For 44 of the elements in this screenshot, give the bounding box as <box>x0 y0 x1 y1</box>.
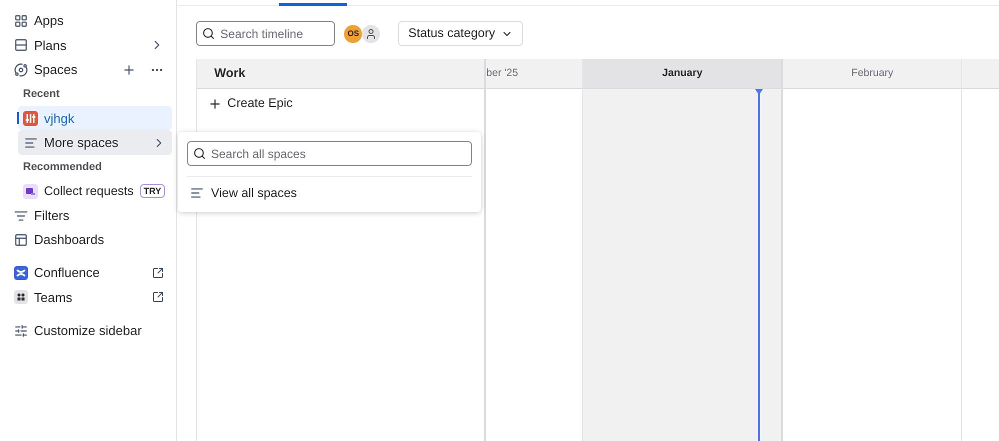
sliders-icon <box>14 324 28 338</box>
search-field[interactable]: Search all spaces <box>187 141 472 166</box>
sidebar-item[interactable]: Confluence <box>0 260 176 286</box>
active-tab-indicator <box>279 3 348 6</box>
status-category-button[interactable]: Status category <box>398 21 524 46</box>
month-header: ber '25 <box>486 59 582 89</box>
lines-icon <box>190 186 204 200</box>
person-icon <box>365 28 378 40</box>
section-heading: Recommended <box>22 160 103 175</box>
menu-item[interactable]: View all spaces <box>187 177 472 209</box>
sidebar-item[interactable]: Filters <box>0 203 176 228</box>
rows-icon <box>14 38 28 52</box>
selected-indicator <box>17 112 19 124</box>
user-avatar[interactable]: OS <box>344 24 362 42</box>
dashboard-icon <box>14 232 28 247</box>
user-avatar[interactable] <box>362 24 380 42</box>
sidebar-item[interactable]: Plans <box>0 33 176 58</box>
external-link-icon <box>152 267 164 280</box>
plus-icon <box>208 96 222 110</box>
search-icon <box>193 147 206 160</box>
lines-icon <box>24 136 38 150</box>
external-link-icon <box>152 291 164 304</box>
add-icon[interactable] <box>122 62 136 77</box>
try-badge: TRY <box>140 184 166 198</box>
sidebar-item[interactable]: Customize sidebar <box>0 318 176 343</box>
sidebar-item[interactable]: Spaces <box>0 58 176 82</box>
request-icon <box>23 184 38 199</box>
search-field[interactable]: Search timeline <box>196 21 336 46</box>
column-header: Work <box>197 59 484 89</box>
space-avatar-icon <box>23 110 38 126</box>
sidebar-item[interactable]: Dashboards <box>0 228 176 252</box>
grid-icon <box>14 14 28 28</box>
filter-icon <box>14 208 28 223</box>
space-item[interactable]: vjhgk <box>18 106 172 130</box>
sidebar-item[interactable]: Teams <box>0 285 176 310</box>
orbit-icon <box>14 62 28 77</box>
section-heading: Recent <box>22 86 61 102</box>
sidebar-item[interactable]: Collect requests TRY <box>0 179 176 204</box>
search-icon <box>202 27 216 40</box>
create-epic-button[interactable]: Create Epic <box>197 89 293 118</box>
month-header: February <box>783 59 962 89</box>
month-header: January <box>583 59 782 89</box>
sidebar-item[interactable]: Apps <box>0 9 176 34</box>
more-spaces-item[interactable]: More spaces <box>18 130 172 155</box>
